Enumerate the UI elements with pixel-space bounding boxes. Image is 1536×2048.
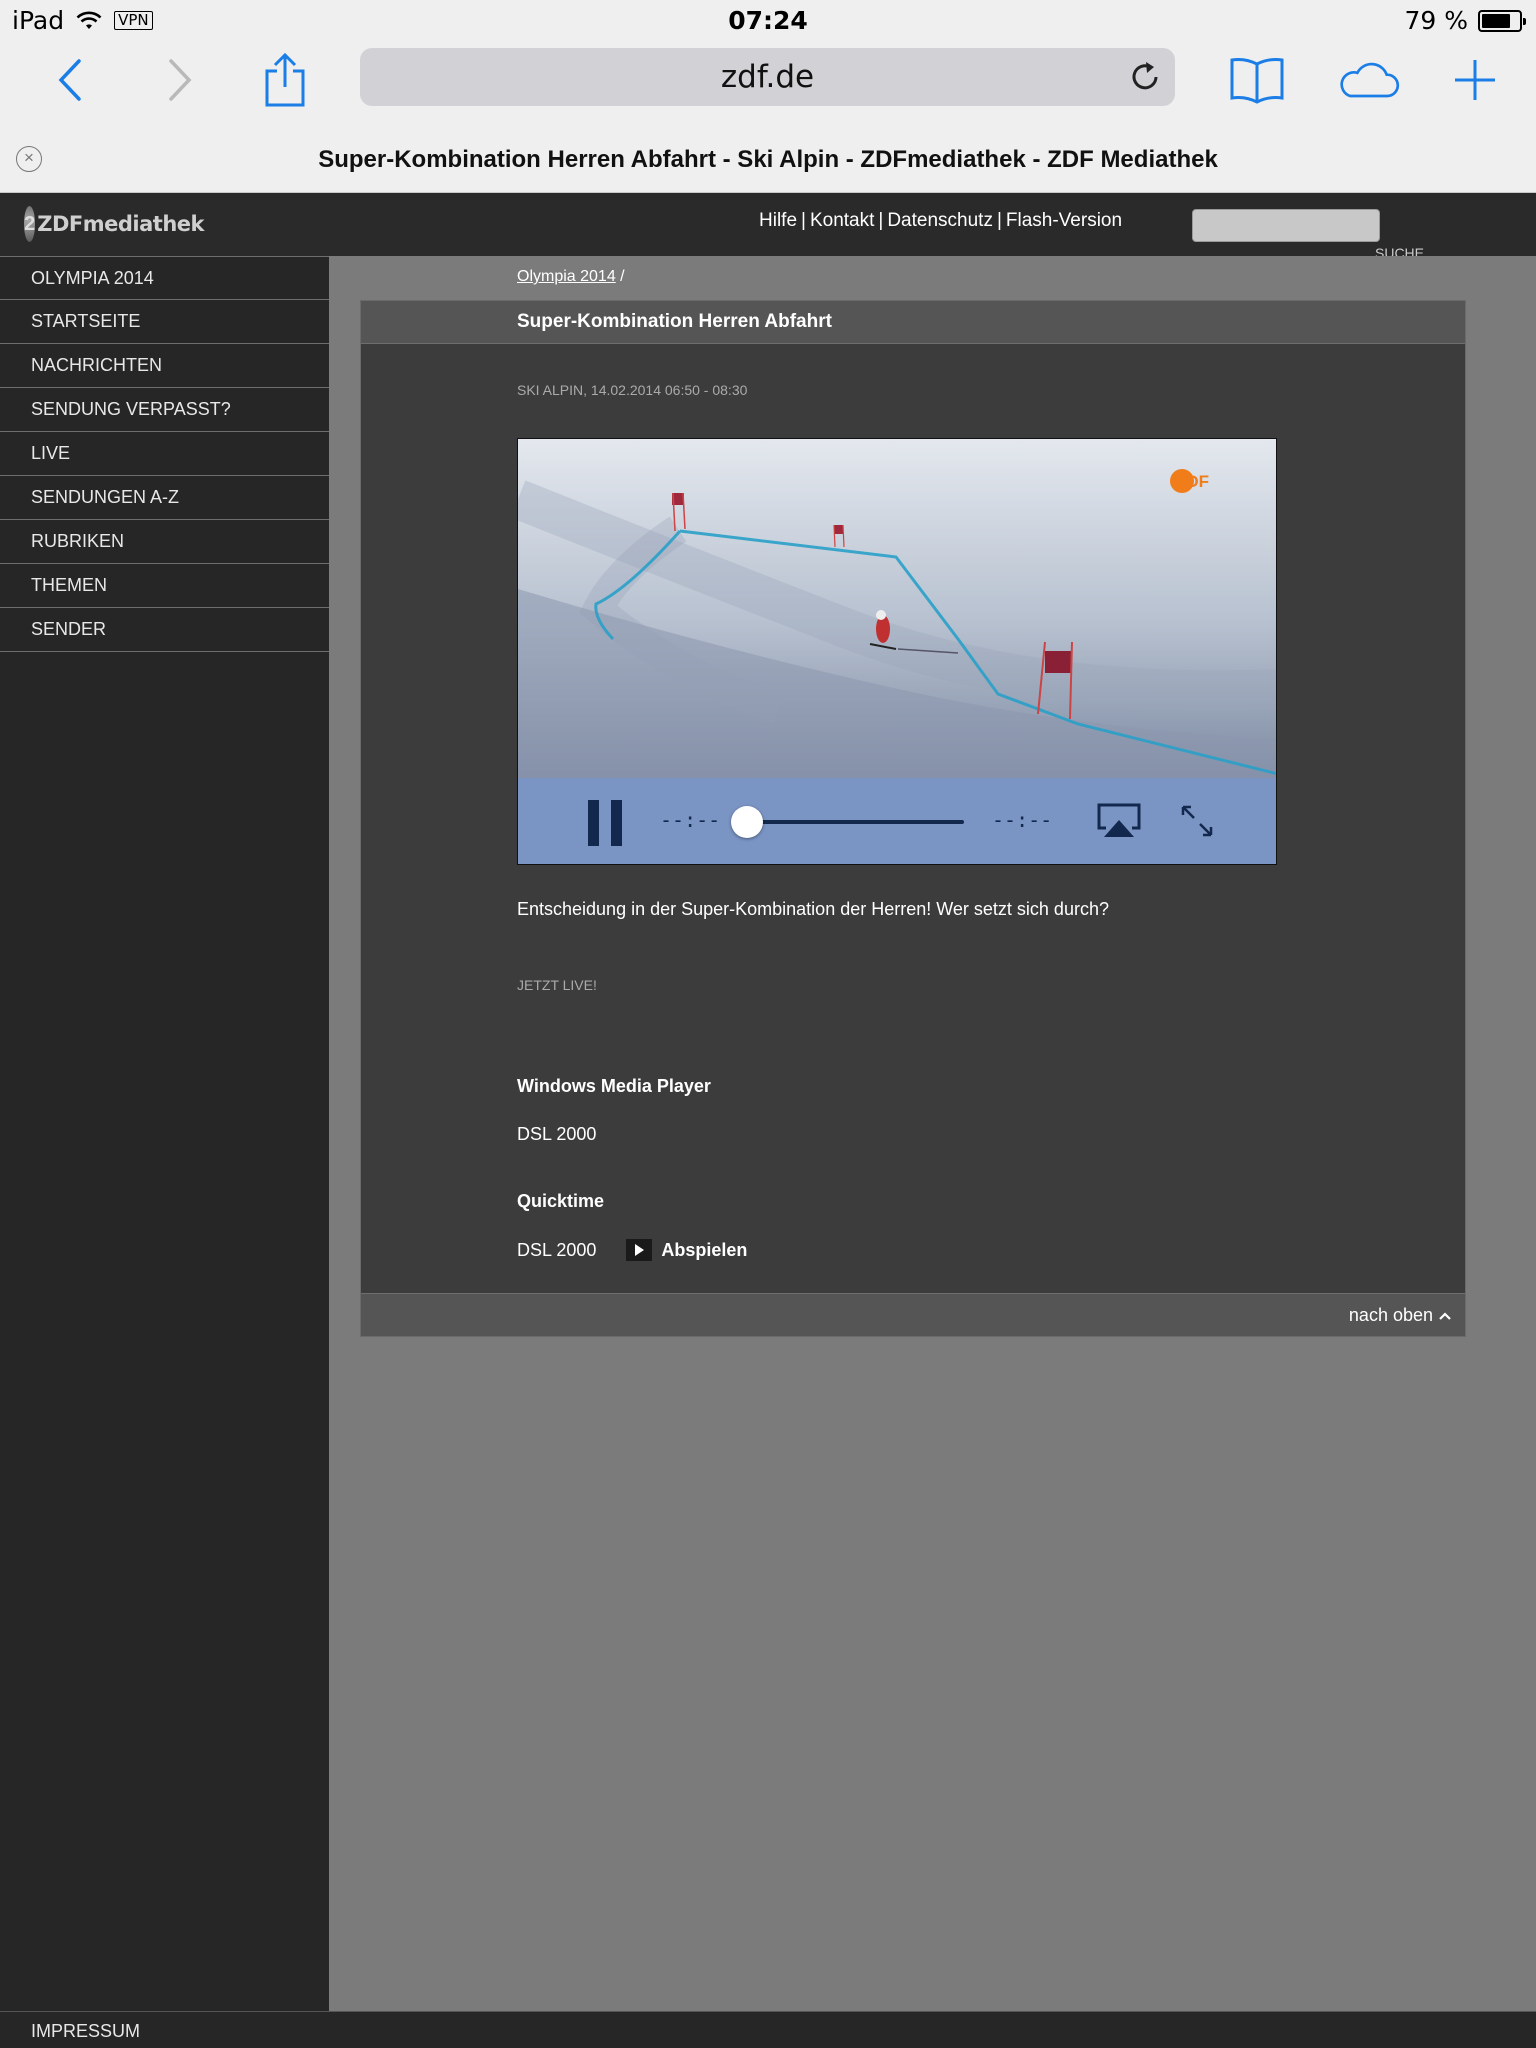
page-footer: IMPRESSUM: [0, 2011, 1536, 2048]
browser-toolbar: zdf.de: [0, 40, 1536, 118]
live-label: JETZT LIVE!: [517, 977, 597, 993]
airplay-icon[interactable]: [1096, 802, 1142, 838]
video-player[interactable]: ZDF --:-- --:--: [517, 438, 1277, 865]
sidebar-item-sendung-verpasst[interactable]: SENDUNG VERPASST?: [0, 388, 329, 432]
video-frame[interactable]: ZDF: [518, 439, 1277, 778]
plus-icon: [1455, 60, 1495, 100]
elapsed-time: --:--: [660, 808, 721, 832]
icloud-tabs-button[interactable]: [1336, 48, 1400, 112]
play-icon: [626, 1239, 653, 1261]
sidebar-item-olympia-2014[interactable]: OLYMPIA 2014: [0, 256, 329, 300]
sidebar-item-sendungen-a-z[interactable]: SENDUNGEN A-Z: [0, 476, 329, 520]
url-text: zdf.de: [720, 59, 815, 95]
battery-icon: [1478, 9, 1526, 32]
book-icon: [1230, 58, 1284, 104]
panel-header: Super-Kombination Herren Abfahrt: [361, 301, 1465, 344]
share-button[interactable]: [253, 48, 317, 112]
sidebar-item-startseite[interactable]: STARTSEITE: [0, 300, 329, 344]
cloud-icon: [1340, 62, 1400, 98]
share-icon: [265, 53, 305, 107]
page-title: Super-Kombination Herren Abfahrt: [517, 311, 832, 332]
top-links: Hilfe | Kontakt | Datenschutz | Flash-Version: [759, 210, 1123, 231]
address-bar[interactable]: zdf.de: [360, 48, 1175, 106]
link-flash-version[interactable]: Flash-Version: [1006, 210, 1122, 231]
site-header: 2 ZDFmediathek Hilfe | Kontakt | Datenschutz…: [0, 193, 1536, 256]
battery-fill: [1482, 13, 1511, 28]
wmp-heading: Windows Media Player: [517, 1076, 711, 1096]
logo-wordmark: ZDFmediathek: [37, 212, 204, 236]
breadcrumb: Olympia 2014 /: [517, 268, 625, 286]
link-kontakt[interactable]: Kontakt: [810, 210, 874, 231]
back-to-top-label: nach oben: [1348, 1305, 1433, 1325]
chevron-right-icon: [169, 59, 192, 101]
pause-icon[interactable]: [586, 800, 624, 846]
logo-disc: 2: [24, 206, 36, 242]
wmp-quality: DSL 2000: [517, 1124, 597, 1144]
impressum-link[interactable]: IMPRESSUM: [31, 2021, 140, 2042]
seek-track[interactable]: [748, 820, 964, 824]
video-description: Entscheidung in der Super-Kombination de…: [517, 899, 1109, 919]
quicktime-row: DSL 2000 Abspielen: [517, 1239, 747, 1261]
back-button[interactable]: [38, 48, 102, 112]
breadcrumb-separator: /: [620, 268, 625, 285]
search-input[interactable]: [1192, 209, 1380, 242]
bookmarks-button[interactable]: [1225, 48, 1289, 112]
quicktime-quality: DSL 2000: [517, 1239, 597, 1260]
svg-text:ZDF: ZDF: [1176, 472, 1209, 491]
zdf-watermark: ZDF: [1170, 469, 1209, 493]
sidebar-item-live[interactable]: LIVE: [0, 432, 329, 476]
search-label[interactable]: SUCHE: [1375, 245, 1424, 256]
sidebar-item-nachrichten[interactable]: NACHRICHTEN: [0, 344, 329, 388]
link-datenschutz[interactable]: Datenschutz: [887, 210, 993, 231]
player-controls: --:-- --:--: [518, 778, 1276, 864]
play-button[interactable]: Abspielen: [626, 1239, 747, 1261]
status-bar: iPad VPN 07:24 79 %: [0, 0, 1536, 40]
sidebar-nav: OLYMPIA 2014 STARTSEITE NACHRICHTEN SEND…: [0, 256, 329, 2012]
sidebar-item-themen[interactable]: THEMEN: [0, 564, 329, 608]
tab-title-bar: × Super-Kombination Herren Abfahrt - Ski…: [0, 118, 1536, 193]
sidebar-item-rubriken[interactable]: RUBRIKEN: [0, 520, 329, 564]
tab-title[interactable]: Super-Kombination Herren Abfahrt - Ski A…: [0, 146, 1536, 174]
sidebar-item-sender[interactable]: SENDER: [0, 608, 329, 652]
seek-handle[interactable]: [731, 806, 763, 838]
panel-footer: nach oben: [361, 1293, 1465, 1336]
new-tab-button[interactable]: [1443, 48, 1507, 112]
breadcrumb-link-olympia[interactable]: Olympia 2014: [517, 268, 616, 285]
status-time: 07:24: [728, 6, 808, 35]
link-hilfe[interactable]: Hilfe: [759, 210, 797, 231]
play-label: Abspielen: [661, 1239, 748, 1260]
chevron-up-icon: [1439, 1311, 1451, 1320]
content-panel: Super-Kombination Herren Abfahrt SKI ALP…: [360, 300, 1466, 1337]
forward-button[interactable]: [148, 48, 212, 112]
status-right: 79 %: [1404, 6, 1526, 35]
fullscreen-icon[interactable]: [1180, 804, 1214, 838]
quicktime-heading: Quicktime: [517, 1191, 605, 1211]
back-to-top-link[interactable]: nach oben: [1349, 1305, 1451, 1326]
remaining-time: --:--: [992, 808, 1053, 832]
broadcast-meta: SKI ALPIN, 14.02.2014 06:50 - 08:30: [517, 382, 748, 398]
site-logo[interactable]: 2 ZDFmediathek: [24, 205, 204, 243]
reload-icon[interactable]: [1129, 60, 1163, 94]
battery-percent: 79 %: [1404, 6, 1468, 35]
chevron-left-icon: [58, 59, 81, 101]
